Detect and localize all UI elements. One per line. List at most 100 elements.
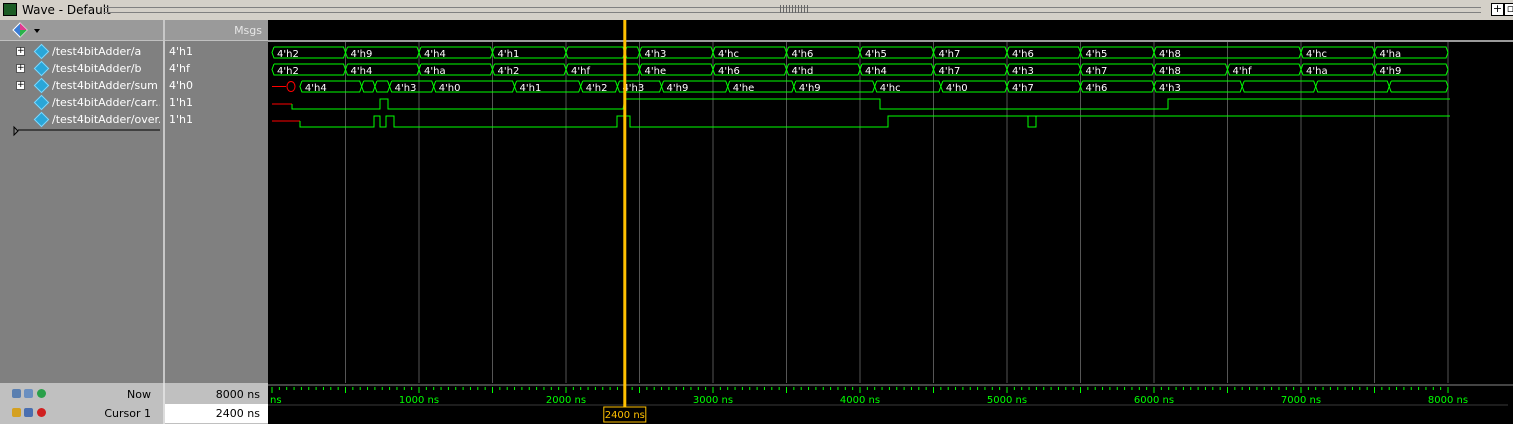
- bus-value-label: 4'h7: [939, 66, 961, 77]
- bus-value-label: 4'he: [733, 83, 755, 94]
- timeline-start-label: ns: [270, 395, 282, 406]
- bus-value-label: 4'h8: [1159, 49, 1181, 60]
- bus-segment: [624, 46, 641, 59]
- bus-value-label: 4'h5: [865, 49, 887, 60]
- signal-row[interactable]: + /test4bitAdder/sum: [0, 77, 163, 95]
- bus-segment: [361, 80, 376, 93]
- bus-value-label: 4'hf: [571, 66, 590, 77]
- cursor-label: Cursor 1: [104, 407, 151, 420]
- bus-value-label: 4'h3: [1012, 66, 1034, 77]
- bus-value-label: 4'hd: [792, 66, 814, 77]
- bus-value-label: 4'h1: [498, 49, 520, 60]
- bus-value-label: 4'h3: [395, 83, 417, 94]
- bus-value-label: 4'h9: [1380, 66, 1402, 77]
- bus-value-label: 4'h9: [351, 49, 373, 60]
- bus-value-label: 4'h4: [305, 83, 327, 94]
- signal-value: 4'h0: [169, 79, 193, 92]
- waveform-pane[interactable]: 4'h2 4'h9 4'h4 4'h1 4'h3 4'hc 4'h6 4'h5 4'h7 4'h6…: [268, 20, 1513, 383]
- cursor-value-row: 2400 ns: [165, 404, 268, 423]
- bus-segment: [374, 80, 391, 93]
- bus-value-label: 4'h0: [439, 83, 461, 94]
- msgs-label: Msgs: [234, 24, 262, 37]
- signal-name: /test4bitAdder/carr...: [52, 96, 160, 109]
- signal-row[interactable]: + /test4bitAdder/a: [0, 43, 163, 61]
- overflow-waveform: [299, 115, 1450, 128]
- bus-value-label: 4'h6: [718, 66, 740, 77]
- cursor-row[interactable]: Cursor 1: [0, 404, 163, 423]
- bus-value-label: 4'h6: [1086, 83, 1108, 94]
- bus-value-label: 4'h2: [586, 83, 608, 94]
- bus-value-label: 4'h9: [799, 83, 821, 94]
- now-row: Now: [0, 385, 163, 404]
- bus-value-label: 4'h4: [351, 66, 373, 77]
- signal-icon: [33, 94, 50, 111]
- drag-handle-icon[interactable]: [780, 5, 810, 13]
- cursor-value-pane: 8000 ns 2400 ns: [163, 383, 268, 424]
- bus-value-label: 4'h2: [498, 66, 520, 77]
- bus-value-label: 4'h4: [865, 66, 887, 77]
- bus-value-label: 4'h3: [645, 49, 667, 60]
- timeline-canvas[interactable]: ns 1000 ns 2000 ns 3000 ns 4000 ns 5000 ns 600…: [268, 383, 1513, 424]
- signal-name: /test4bitAdder/a: [52, 45, 142, 58]
- signal-icon: [33, 43, 50, 60]
- value-pane-header: Msgs: [165, 20, 268, 41]
- bus-value-label: 4'h3: [1159, 83, 1181, 94]
- bus-value-label: 4'h1: [520, 83, 542, 94]
- wave-tools-icon[interactable]: [10, 20, 50, 40]
- timeline-tick-label: 8000 ns: [1428, 395, 1468, 406]
- value-pane: Msgs 4'h1 4'hf 4'h0 1'h1 1'h1: [163, 20, 268, 424]
- signal-row[interactable]: /test4bitAdder/carr...: [0, 94, 163, 112]
- waveform-canvas[interactable]: 4'h2 4'h9 4'h4 4'h1 4'h3 4'hc 4'h6 4'h5 4'h7 4'h6…: [268, 20, 1513, 383]
- bus-value-label: 4'h2: [277, 66, 299, 77]
- bus-value-label: 4'hc: [880, 83, 901, 94]
- bus-value-label: 4'he: [645, 66, 667, 77]
- signal-row[interactable]: + /test4bitAdder/b: [0, 60, 163, 78]
- bus-segment: [565, 46, 626, 59]
- undock-button[interactable]: ▫: [1504, 3, 1513, 16]
- bus-value-label: 4'h8: [1159, 66, 1181, 77]
- bus-value-label: 4'h9: [667, 83, 689, 94]
- signal-value: 1'h1: [169, 96, 193, 109]
- cursor-grid-icon[interactable]: [24, 389, 33, 398]
- cursor-value: 2400 ns: [215, 407, 260, 420]
- expand-icon[interactable]: +: [16, 81, 25, 90]
- timeline-tick-label: 1000 ns: [399, 395, 439, 406]
- signal-icon: [33, 60, 50, 77]
- bus-value-label: 4'h7: [1012, 83, 1034, 94]
- remove-cursor-icon[interactable]: [37, 408, 46, 417]
- timeline-tick-label: 6000 ns: [1134, 395, 1174, 406]
- bus-value-label: 4'h7: [939, 49, 961, 60]
- bus-value-label: 4'h4: [424, 49, 446, 60]
- add-cursor-icon[interactable]: [37, 389, 46, 398]
- bus-segment: [1241, 80, 1317, 93]
- now-label: Now: [127, 388, 151, 401]
- bus-value-label: 4'h6: [792, 49, 814, 60]
- maximize-button[interactable]: +: [1491, 3, 1504, 16]
- expand-icon[interactable]: +: [16, 47, 25, 56]
- undefined-glitch: [286, 81, 296, 92]
- timeline-tick-label: 7000 ns: [1281, 395, 1321, 406]
- timeline-tick-label: 2000 ns: [546, 395, 586, 406]
- bus-value-label: 4'ha: [1380, 49, 1402, 60]
- timeline-tick-label: 4000 ns: [840, 395, 880, 406]
- now-value-row: 8000 ns: [165, 385, 268, 404]
- signal-name-pane: + /test4bitAdder/a + /test4bitAdder/b + /test…: [0, 20, 163, 424]
- cursor-name-pane: Now Cursor 1: [0, 383, 163, 424]
- bus-value-label: 4'h0: [946, 83, 968, 94]
- expand-icon[interactable]: +: [16, 64, 25, 73]
- bus-value-label: 4'h2: [277, 49, 299, 60]
- zoom-icon[interactable]: [12, 389, 21, 398]
- cursor-tag-label: 2400 ns: [605, 410, 645, 421]
- bus-value-label: 4'hf: [1233, 66, 1252, 77]
- lock-icon[interactable]: [12, 408, 21, 417]
- carry-waveform: [291, 98, 1450, 110]
- timeline-ruler[interactable]: ns 1000 ns 2000 ns 3000 ns 4000 ns 5000 ns 600…: [268, 383, 1513, 424]
- signal-name: /test4bitAdder/sum: [52, 79, 158, 92]
- overflow-glitch: [1027, 116, 1037, 128]
- bus-value-label: 4'h6: [1012, 49, 1034, 60]
- signal-insert-marker: [13, 125, 160, 137]
- bus-segment: [1315, 80, 1390, 93]
- bus-value-label: 4'ha: [424, 66, 446, 77]
- bus-value-label: 4'h5: [1086, 49, 1108, 60]
- edit-cursor-icon[interactable]: [24, 408, 33, 417]
